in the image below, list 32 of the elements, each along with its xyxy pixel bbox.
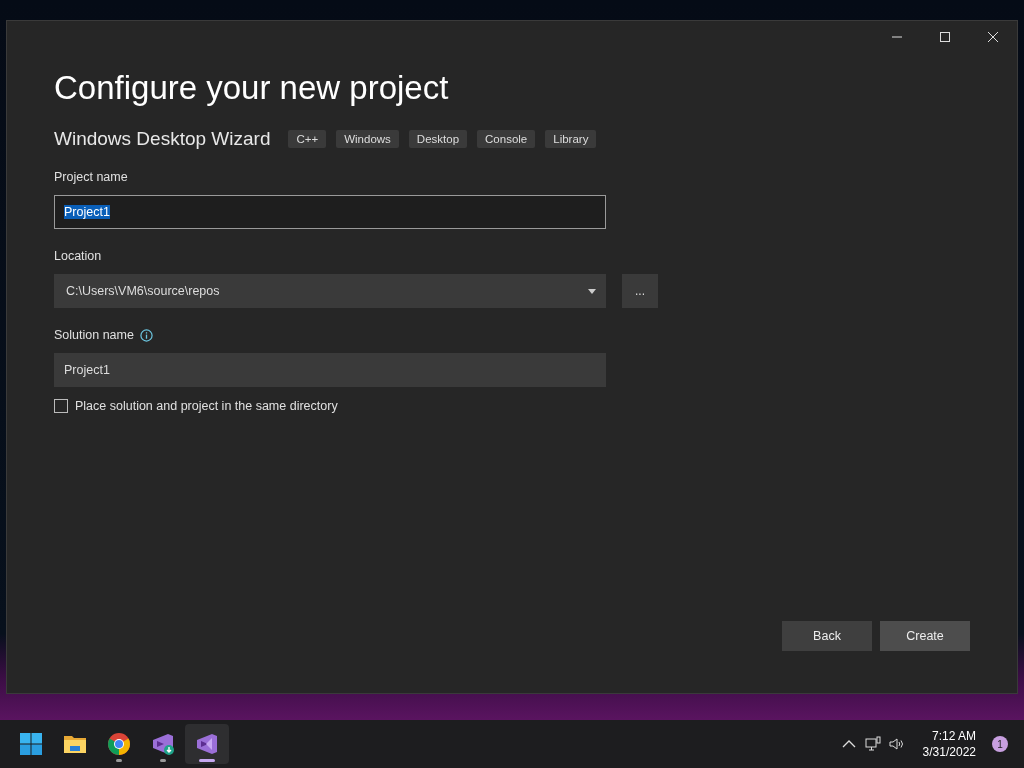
taskbar-app[interactable]	[185, 724, 229, 764]
caret-icon	[588, 288, 596, 294]
name-input-field[interactable]: Project1	[54, 353, 606, 387]
field-label: Project name	[54, 170, 128, 184]
checkbox-label: Place solution and project in the same directory	[75, 399, 338, 413]
dialog-button[interactable]: Back	[782, 621, 872, 651]
notification-badge[interactable]: 1	[992, 736, 1008, 752]
windows-logo-icon[interactable]	[19, 732, 43, 756]
template-tag: Windows	[336, 130, 399, 148]
template-tag: Console	[477, 130, 536, 148]
studio-installer-icon[interactable]	[151, 732, 175, 756]
info-icon[interactable]	[139, 328, 153, 342]
page-title: Configure your new project	[54, 68, 450, 108]
checkbox[interactable]	[54, 399, 68, 413]
clock-date[interactable]: 3/31/2022	[922, 744, 976, 760]
clock-time[interactable]: 7:12 AM	[931, 728, 976, 744]
template-name: Windows Desktop Wizard	[54, 128, 271, 150]
field-label: Solution name	[54, 328, 134, 342]
field-label: Location	[54, 249, 102, 263]
template-tag: Desktop	[408, 130, 468, 148]
studio-icon[interactable]	[195, 732, 219, 756]
browse-button[interactable]: ...	[622, 274, 658, 308]
dialog-button[interactable]: Create	[880, 621, 970, 651]
name-input-field[interactable]: Project1	[54, 195, 606, 229]
location-dropdown[interactable]: C:\Users\VM6\source\repos	[54, 274, 606, 308]
close-icon[interactable]	[987, 31, 999, 43]
template-tag: C++	[288, 130, 327, 148]
speaker-icon[interactable]	[888, 736, 905, 752]
maximize-icon[interactable]	[939, 31, 951, 43]
network-icon[interactable]	[864, 736, 881, 752]
template-tag: Library	[545, 130, 597, 148]
browser-icon[interactable]	[107, 732, 131, 756]
